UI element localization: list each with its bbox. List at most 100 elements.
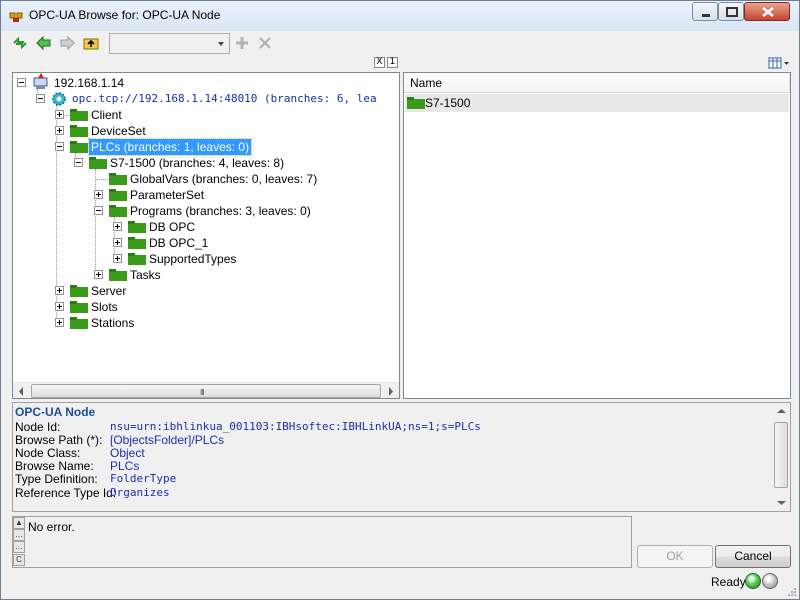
tree-view[interactable]: 192.168.1.14 opc.tcp://192.168.1.14:4801… [12, 72, 400, 399]
scrollbar-grip: III [200, 388, 205, 397]
tree-node-db-opc-1[interactable]: DB OPC_1 [13, 235, 393, 251]
scrollbar-thumb[interactable]: III [31, 384, 381, 398]
folder-icon [109, 173, 127, 185]
close-icon [762, 7, 774, 17]
tree-node-label: Tasks [130, 268, 161, 282]
tree-node-label: Client [91, 108, 122, 122]
tree-node-db-opc[interactable]: DB OPC [13, 219, 393, 235]
info-key: Node Id: [15, 420, 61, 434]
maximize-icon [726, 7, 738, 17]
refresh-icon[interactable] [11, 34, 29, 52]
info-title: OPC-UA Node [15, 405, 96, 419]
info-value-node-id: nsu=urn:ibhlinkua_001103:IBHsoftec:IBHLi… [110, 420, 481, 433]
log-clear-button[interactable]: C [13, 554, 25, 566]
tree-node-label: S7-1500 (branches: 4, leaves: 8) [110, 156, 285, 170]
minimize-button[interactable] [692, 2, 718, 21]
app-icon [9, 12, 23, 22]
maximize-button[interactable] [718, 2, 744, 21]
delete-icon[interactable] [256, 34, 274, 52]
folder-icon [70, 317, 88, 329]
collapse-toggle[interactable] [17, 78, 26, 87]
expand-toggle[interactable] [55, 302, 64, 311]
column-header-name[interactable]: Name [404, 73, 790, 93]
tree-node-stations[interactable]: Stations [13, 315, 393, 331]
node-info-panel: OPC-UA Node Node Id: nsu=urn:ibhlinkua_0… [12, 402, 791, 512]
folder-icon [70, 109, 88, 121]
folder-icon [109, 269, 127, 281]
tree-node-plcs[interactable]: PLCs (branches: 1, leaves: 0) [13, 138, 393, 156]
view-mode-icon[interactable] [767, 56, 791, 70]
node-combo[interactable] [109, 33, 230, 54]
tree-node-s7-1500[interactable]: S7-1500 (branches: 4, leaves: 8) [13, 155, 393, 171]
info-value-reference-type[interactable]: Organizes [110, 486, 170, 499]
vertical-scrollbar[interactable] [773, 403, 790, 511]
folder-icon [128, 221, 146, 233]
tree-node-globalvars[interactable]: GlobalVars (branches: 0, leaves: 7) [13, 171, 393, 187]
forward-arrow-icon[interactable] [58, 34, 76, 52]
resize-grip-icon[interactable] [787, 587, 797, 597]
expand-toggle[interactable] [113, 254, 122, 263]
tree-node-slots[interactable]: Slots [13, 299, 393, 315]
scrollbar-thumb[interactable] [774, 422, 788, 488]
info-key: Browse Path (*): [15, 433, 103, 447]
expand-toggle[interactable] [94, 190, 103, 199]
main-window: OPC-UA Browse for: OPC-UA Node X 1 192.1… [0, 0, 800, 600]
single-pane-toggle[interactable]: 1 [387, 57, 398, 68]
log-scroll-up-button[interactable]: ▲ [13, 517, 25, 529]
add-icon[interactable] [233, 34, 251, 52]
collapse-toggle[interactable] [36, 94, 45, 103]
list-item[interactable]: S7-1500 [405, 94, 789, 112]
info-value-type-definition[interactable]: FolderType [110, 472, 176, 485]
folder-icon [89, 157, 107, 169]
tree-node-label: DB OPC [149, 220, 196, 234]
window-title: OPC-UA Browse for: OPC-UA Node [29, 8, 221, 22]
info-key: Browse Name: [15, 459, 94, 473]
expand-toggle[interactable] [55, 286, 64, 295]
expand-toggle[interactable] [113, 222, 122, 231]
folder-icon [109, 205, 127, 217]
log-side-buttons: ▲ … … C [13, 517, 25, 567]
scroll-down-icon[interactable] [773, 494, 790, 511]
info-key: Reference Type Id: [15, 486, 117, 500]
close-pane-toggle[interactable]: X [374, 57, 385, 68]
tree-node-label: Stations [91, 316, 135, 330]
tree-node-label: DB OPC_1 [149, 236, 209, 250]
expand-toggle[interactable] [55, 126, 64, 135]
expand-toggle[interactable] [94, 270, 103, 279]
info-key: Node Class: [15, 446, 81, 460]
folder-icon [70, 125, 88, 137]
list-view[interactable]: Name S7-1500 [403, 72, 791, 399]
expand-toggle[interactable] [55, 110, 64, 119]
tree-node-server-url[interactable]: opc.tcp://192.168.1.14:48010 (branches: … [13, 91, 399, 107]
tree-node-root[interactable]: 192.168.1.14 [13, 73, 393, 91]
tree-node-parameterset[interactable]: ParameterSet [13, 187, 393, 203]
expand-toggle[interactable] [55, 318, 64, 327]
tree-node-supportedtypes[interactable]: SupportedTypes [13, 251, 393, 267]
ok-button[interactable]: OK [637, 545, 713, 568]
tree-node-server[interactable]: Server [13, 283, 393, 299]
network-computer-icon [33, 73, 48, 89]
status-text: Ready [711, 575, 746, 589]
horizontal-scrollbar[interactable]: III [13, 382, 399, 399]
back-arrow-icon[interactable] [35, 34, 53, 52]
expand-toggle[interactable] [113, 238, 122, 247]
collapse-toggle[interactable] [94, 206, 103, 215]
scroll-left-icon[interactable] [13, 383, 30, 399]
tree-node-programs[interactable]: Programs (branches: 3, leaves: 0) [13, 203, 393, 219]
cancel-button[interactable]: Cancel [715, 545, 791, 568]
log-more-button[interactable]: … [13, 529, 25, 541]
scroll-right-icon[interactable] [382, 383, 399, 399]
tree-node-tasks[interactable]: Tasks [13, 267, 393, 283]
collapse-toggle[interactable] [74, 158, 83, 167]
log-more-button-2[interactable]: … [13, 541, 25, 553]
tree-node-client[interactable]: Client [13, 107, 393, 123]
close-button[interactable] [744, 2, 790, 21]
tree-node-label: SupportedTypes [149, 252, 237, 266]
scroll-up-icon[interactable] [773, 403, 790, 420]
minimize-icon [702, 14, 710, 17]
title-bar: OPC-UA Browse for: OPC-UA Node [1, 1, 799, 31]
log-area[interactable]: ▲ … … C No error. [12, 516, 632, 568]
folder-up-icon[interactable] [82, 34, 100, 52]
collapse-toggle[interactable] [55, 142, 64, 151]
tree-node-deviceset[interactable]: DeviceSet [13, 123, 393, 139]
